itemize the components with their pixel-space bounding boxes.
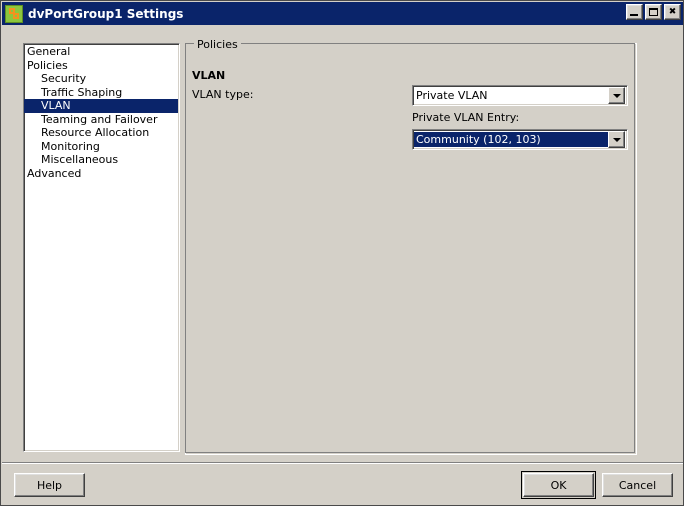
private-vlan-entry-label: Private VLAN Entry: <box>412 111 520 124</box>
group-box-legend: Policies <box>194 38 241 51</box>
title-bar[interactable]: dvPortGroup1 Settings ✖ <box>2 2 683 25</box>
vlan-section-heading: VLAN <box>192 69 226 82</box>
sidebar-item-security[interactable]: Security <box>24 72 179 86</box>
ok-button[interactable]: OK <box>523 473 594 497</box>
sidebar-item-general[interactable]: General <box>24 45 179 59</box>
ok-button-default-frame: OK <box>521 471 596 499</box>
policies-group-box: Policies VLAN VLAN type: Private VLAN Pr… <box>185 38 637 455</box>
sidebar-item-traffic-shaping[interactable]: Traffic Shaping <box>24 86 179 100</box>
close-button[interactable]: ✖ <box>664 4 681 20</box>
private-vlan-entry-value: Community (102, 103) <box>414 132 608 147</box>
window-controls: ✖ <box>626 4 681 20</box>
vlan-type-value: Private VLAN <box>416 89 488 102</box>
sidebar-item-advanced[interactable]: Advanced <box>24 167 179 181</box>
minimize-icon <box>630 14 638 16</box>
cancel-button[interactable]: Cancel <box>602 473 673 497</box>
settings-dialog-window: dvPortGroup1 Settings ✖ General Policies S… <box>0 0 684 506</box>
maximize-button[interactable] <box>645 4 662 20</box>
dvportgroup-icon <box>5 4 23 23</box>
vlan-type-label: VLAN type: <box>192 88 254 101</box>
minimize-button[interactable] <box>626 4 643 20</box>
sidebar-item-miscellaneous[interactable]: Miscellaneous <box>24 153 179 167</box>
sidebar-item-teaming-and-failover[interactable]: Teaming and Failover <box>24 113 179 127</box>
window-title: dvPortGroup1 Settings <box>28 6 184 21</box>
sidebar-item-vlan[interactable]: VLAN <box>24 99 178 113</box>
close-icon: ✖ <box>668 6 677 17</box>
sidebar-item-policies[interactable]: Policies <box>24 59 179 73</box>
help-button[interactable]: Help <box>14 473 85 497</box>
footer-divider <box>2 462 683 464</box>
settings-category-list[interactable]: General Policies Security Traffic Shaping VL… <box>23 43 180 452</box>
chevron-down-icon[interactable] <box>608 131 625 148</box>
sidebar-item-monitoring[interactable]: Monitoring <box>24 140 179 154</box>
dialog-client-area: General Policies Security Traffic Shaping VL… <box>2 25 683 505</box>
private-vlan-entry-dropdown[interactable]: Community (102, 103) <box>412 129 628 150</box>
chevron-down-icon[interactable] <box>608 87 625 104</box>
maximize-icon <box>649 8 658 16</box>
vlan-type-dropdown[interactable]: Private VLAN <box>412 85 628 106</box>
sidebar-item-resource-allocation[interactable]: Resource Allocation <box>24 126 179 140</box>
